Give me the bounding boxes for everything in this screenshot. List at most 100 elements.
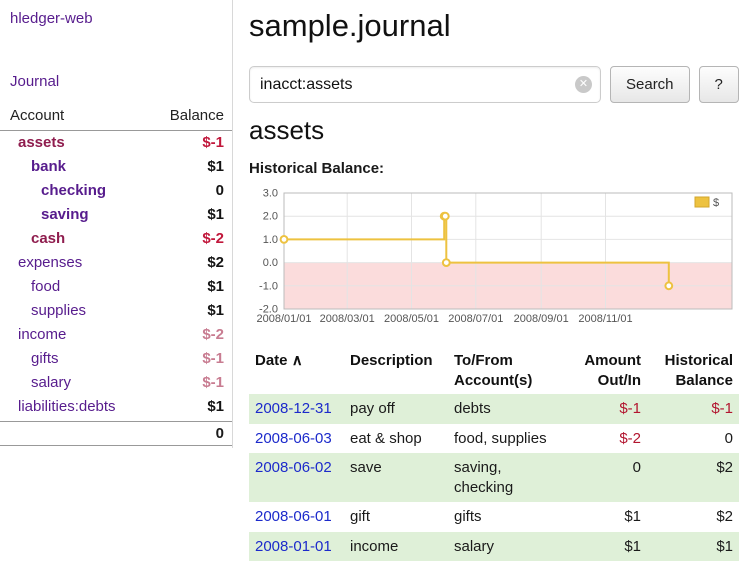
svg-text:3.0: 3.0 xyxy=(263,188,278,200)
historical-header-line1: Historical xyxy=(653,351,733,371)
account-link-income[interactable]: income xyxy=(18,325,66,345)
transaction-accounts: gifts xyxy=(448,502,566,532)
account-link-salary[interactable]: salary xyxy=(31,373,71,393)
balance-column-header: Balance xyxy=(170,107,224,124)
svg-text:2008/11/01: 2008/11/01 xyxy=(578,313,632,325)
transaction-accounts: saving, checking xyxy=(448,453,566,502)
transaction-accounts: food, supplies xyxy=(448,424,566,454)
transaction-balance: $-1 xyxy=(647,394,739,424)
svg-text:2.0: 2.0 xyxy=(263,211,278,223)
account-row-food: food $1 xyxy=(0,275,232,299)
app: hledger-web Journal Account Balance asse… xyxy=(0,0,742,561)
register-row: 2008-06-01 gift gifts $1 $2 xyxy=(249,502,739,532)
register-table: Date ∧ Description To/From Account(s) Am… xyxy=(249,347,739,561)
sort-ascending-icon: ∧ xyxy=(292,352,303,369)
accounts-header-line2: Account(s) xyxy=(454,371,560,391)
svg-text:2008/05/01: 2008/05/01 xyxy=(384,313,439,325)
transaction-description: eat & shop xyxy=(344,424,448,454)
account-balance: $1 xyxy=(207,277,224,297)
account-link-food[interactable]: food xyxy=(31,277,60,297)
transaction-description: pay off xyxy=(344,394,448,424)
account-link-assets[interactable]: assets xyxy=(18,133,65,153)
account-balance-table: Account Balance assets $-1 bank $1 check… xyxy=(0,103,232,446)
svg-text:2008/07/01: 2008/07/01 xyxy=(448,313,503,325)
register-row: 2008-06-03 eat & shop food, supplies $-2… xyxy=(249,424,739,454)
account-link-liabilities-debts[interactable]: liabilities:debts xyxy=(18,397,116,417)
register-header-row: Date ∧ Description To/From Account(s) Am… xyxy=(249,347,739,394)
svg-text:0.0: 0.0 xyxy=(263,257,278,269)
account-row-bank: bank $1 xyxy=(0,155,232,179)
account-link-bank[interactable]: bank xyxy=(31,157,66,177)
transaction-amount: $1 xyxy=(566,532,647,562)
svg-text:-1.0: -1.0 xyxy=(259,280,278,292)
clear-search-icon[interactable]: ✕ xyxy=(575,76,592,93)
page-title: sample.journal xyxy=(249,8,739,44)
account-heading: assets xyxy=(249,115,739,146)
account-balance: $-2 xyxy=(202,229,224,249)
account-column-header: Account xyxy=(10,107,64,124)
account-link-gifts[interactable]: gifts xyxy=(31,349,59,369)
account-balance: $-1 xyxy=(202,133,224,153)
svg-text:2008/01/01: 2008/01/01 xyxy=(256,313,311,325)
account-balance: $-1 xyxy=(202,373,224,393)
transaction-date-link[interactable]: 2008-06-02 xyxy=(255,459,332,476)
register-row: 2008-12-31 pay off debts $-1 $-1 xyxy=(249,394,739,424)
transaction-balance: $2 xyxy=(647,453,739,502)
app-title-link[interactable]: hledger-web xyxy=(0,0,232,27)
journal-link[interactable]: Journal xyxy=(0,73,232,90)
search-bar: ✕ Search ? xyxy=(249,66,739,103)
transaction-date-link[interactable]: 2008-01-01 xyxy=(255,538,332,555)
account-link-cash[interactable]: cash xyxy=(31,229,65,249)
account-row-income: income $-2 xyxy=(0,323,232,347)
account-row-cash: cash $-2 xyxy=(0,227,232,251)
accounts-header: To/From Account(s) xyxy=(448,347,566,394)
account-row-salary: salary $-1 xyxy=(0,371,232,395)
svg-text:$: $ xyxy=(713,197,719,209)
account-balance: $-2 xyxy=(202,325,224,345)
transaction-description: gift xyxy=(344,502,448,532)
chart-title: Historical Balance: xyxy=(249,160,739,177)
register-row: 2008-06-02 save saving, checking 0 $2 xyxy=(249,453,739,502)
search-button[interactable]: Search xyxy=(610,66,690,103)
transaction-amount: $1 xyxy=(566,502,647,532)
account-balance: $2 xyxy=(207,253,224,273)
search-input[interactable] xyxy=(249,66,601,103)
account-balance: $1 xyxy=(207,301,224,321)
account-total-balance: 0 xyxy=(0,421,232,446)
account-row-liabilities-debts: liabilities:debts $1 xyxy=(0,395,232,419)
account-row-saving: saving $1 xyxy=(0,203,232,227)
register-row: 2008-01-01 income salary $1 $1 xyxy=(249,532,739,562)
main-content: sample.journal ✕ Search ? assets Histori… xyxy=(233,0,742,561)
date-sort-header[interactable]: Date ∧ xyxy=(249,347,344,394)
account-link-supplies[interactable]: supplies xyxy=(31,301,86,321)
transaction-description: income xyxy=(344,532,448,562)
amount-header: Amount Out/In xyxy=(566,347,647,394)
account-balance: $-1 xyxy=(202,349,224,369)
account-row-expenses: expenses $2 xyxy=(0,251,232,275)
transaction-date-link[interactable]: 2008-06-01 xyxy=(255,508,332,525)
account-row-checking: checking 0 xyxy=(0,179,232,203)
date-header-label: Date xyxy=(255,352,288,369)
transaction-date-link[interactable]: 2008-12-31 xyxy=(255,400,332,417)
amount-header-line1: Amount xyxy=(572,351,641,371)
account-balance: 0 xyxy=(216,181,224,201)
transaction-amount: 0 xyxy=(566,453,647,502)
transaction-date-link[interactable]: 2008-06-03 xyxy=(255,430,332,447)
account-link-saving[interactable]: saving xyxy=(41,205,89,225)
transaction-amount: $-1 xyxy=(566,394,647,424)
sidebar: hledger-web Journal Account Balance asse… xyxy=(0,0,233,561)
description-header: Description xyxy=(344,347,448,394)
transaction-balance: 0 xyxy=(647,424,739,454)
account-link-expenses[interactable]: expenses xyxy=(18,253,82,273)
account-link-checking[interactable]: checking xyxy=(41,181,106,201)
account-balance: $1 xyxy=(207,397,224,417)
help-button[interactable]: ? xyxy=(699,66,739,103)
svg-text:2008/03/01: 2008/03/01 xyxy=(320,313,375,325)
amount-header-line2: Out/In xyxy=(572,371,641,391)
historical-header-line2: Balance xyxy=(653,371,733,391)
account-balance: $1 xyxy=(207,205,224,225)
transaction-accounts: debts xyxy=(448,394,566,424)
search-box: ✕ xyxy=(249,66,601,103)
transaction-description: save xyxy=(344,453,448,502)
balance-chart: 3.02.01.00.0-1.0-2.02008/01/012008/03/01… xyxy=(249,185,739,327)
